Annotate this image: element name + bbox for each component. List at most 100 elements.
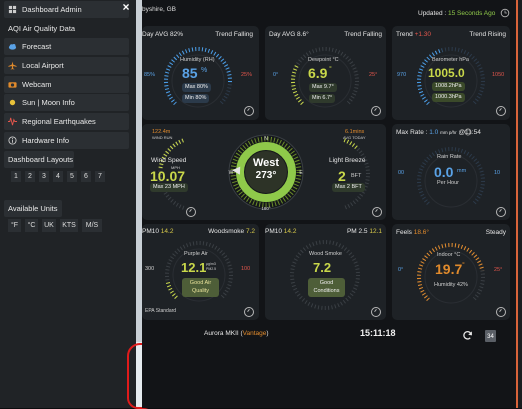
right-edge-bar [516,0,522,408]
humidity-min: Min 80% [182,94,210,103]
wind-direction-word: West [252,157,280,169]
layout-button-4[interactable]: 4 [53,171,63,182]
gauge-icon [371,106,381,116]
dashboard-icon [8,5,17,14]
purple-air-status: Good Air Quality [182,278,219,297]
gauge-icon [496,207,506,217]
humidity-value: 85 [182,65,198,81]
refresh-icon[interactable] [462,330,473,341]
sidebar-item-aqi[interactable]: AQI Air Quality Data [4,20,129,37]
indoor-panel[interactable]: Feels 18.6° Steady 0° 25° Indoor °C 19.7… [392,224,510,320]
sidebar-item-label: Dashboard Admin [22,5,82,14]
layout-button-6[interactable]: 6 [81,171,91,182]
unit-button-kts[interactable]: KTS [60,219,78,232]
barometer-value: 1005.0 [428,66,465,80]
humidity-gauge [164,47,232,108]
location-label: byshire, GB [142,6,176,13]
available-units-heading: Available Units [4,200,62,217]
unit-button-ms[interactable]: M/S [82,219,102,232]
arc-fill [343,138,359,150]
dewpoint-value: 6.9 [308,65,328,81]
indoor-trend: Steady [485,229,506,236]
layout-button-1[interactable]: 1 [11,171,21,182]
cloud-icon [8,43,17,50]
barometer-name: Barometer hPa [432,57,469,63]
wind-direction-degrees: 273° [255,170,277,181]
sidebar-item-sun-moon[interactable]: Sun | Moon Info [4,94,129,111]
dewpoint-panel[interactable]: Day AVG 8.6° Trend Falling 0° 25° Dewpoi… [265,26,386,120]
sidebar-item-earthquakes[interactable]: Regional Earthquakes [4,113,129,130]
gauge-icon [496,106,506,116]
gauge-icon [186,207,196,217]
wind-speed-max: Max 23 MPH [150,183,188,192]
purple-air-gauge [165,241,233,302]
indoor-value: 19.7 [435,261,463,277]
camera-icon [8,82,17,88]
calendar-icon[interactable]: 34 [485,330,496,342]
close-icon[interactable]: × [120,1,132,13]
unit-button-c[interactable]: °C [25,219,38,232]
sidebar-item-dashboard-admin[interactable]: Dashboard Admin [4,1,129,18]
airplane-icon [8,61,17,70]
sidebar-item-label: Forecast [22,42,52,51]
layout-button-2[interactable]: 2 [25,171,35,182]
barometer-max: 1008.2hPa [432,82,465,91]
unit-button-uk[interactable]: UK [42,219,56,232]
dewpoint-max: Max 9.7° [309,83,337,92]
barometer-gauge [417,47,485,108]
woodsmoke-name: Wood Smoke [309,251,342,257]
gauge-icon [496,307,506,317]
humidity-trend: Trend Falling [215,31,253,38]
breeze-max: Max 2 BFT [332,183,365,192]
sidebar-item-hardware[interactable]: Hardware Info [4,132,129,149]
wind-panel[interactable]: 122.4m WIND RUN Wind Speed MPH 10.07 Max… [142,124,386,220]
dashboard-main: byshire, GB Updated : 15 Seconds Ago Day… [142,0,516,408]
purple-air-value: 12.1 [181,260,207,275]
sidebar-item-webcam[interactable]: Webcam [4,76,129,93]
indoor-humidity: Humidity 42% [434,282,468,288]
woodsmoke-panel[interactable]: PM10 14.2 PM 2.5 12.1 Wood Smoke 7.2 Goo… [265,224,386,320]
updated-status: Updated : 15 Seconds Ago [418,10,496,17]
humidity-name: Humidity (RH) [180,57,215,63]
sidebar-item-label: AQI Air Quality Data [8,24,76,33]
updated-value: 15 Seconds Ago [448,10,496,17]
rain-value: 0.0 [434,164,454,180]
sun-icon [9,99,16,106]
clock-icon [464,128,472,136]
info-icon [8,136,17,145]
gauge-icon [244,307,254,317]
barometer-panel[interactable]: Trend +1.30 Trend Rising 970 1050 Barome… [392,26,510,120]
barometer-min: 1000.3hPa [432,93,465,102]
station-label: Aurora MKII (Vantage) [204,330,269,337]
woodsmoke-value: 7.2 [313,260,332,275]
humidity-panel[interactable]: Day AVG 82% Trend Falling 85% 25% Humidi… [142,26,259,120]
sidebar-item-forecast[interactable]: Forecast [4,38,129,55]
dashboard-layouts-heading: Dashboard Layouts [4,151,74,168]
seismograph-icon [8,117,17,126]
layout-button-3[interactable]: 3 [39,171,49,182]
sidebar-item-local-airport[interactable]: Local Airport [4,57,129,74]
gauge-icon [371,307,381,317]
sidebar-item-label: Sun | Moon Info [22,98,75,107]
unit-button-f[interactable]: °F [8,219,21,232]
gauge-icon [372,207,382,217]
humidity-max: Max 80% [182,83,211,92]
dewpoint-name: Dewpoint °C [308,57,339,63]
sidebar-item-label: Webcam [22,80,52,89]
purple-air-panel[interactable]: PM10 14.2 Woodsmoke 7.2 300 100 Purple A… [142,224,259,320]
sidebar-item-label: Regional Earthquakes [22,117,96,126]
layout-button-5[interactable]: 5 [67,171,77,182]
dewpoint-min: Min 6.7° [309,94,336,103]
wind-speed-value: 10.07 [150,168,186,184]
dewpoint-trend: Trend Falling [344,31,382,38]
purple-air-name: Purple Air [184,251,208,257]
gauge-icon [244,106,254,116]
breeze-value: 2 [338,168,346,184]
layout-button-7[interactable]: 7 [95,171,105,182]
rain-panel[interactable]: Max Rate : 1.0 mm p/hr @11:54 00 10 Rain… [392,124,510,220]
indoor-name: Indoor °C [437,252,461,258]
rain-name: Rain Rate [437,154,462,160]
dewpoint-gauge [291,47,359,108]
indoor-gauge [417,243,485,304]
barometer-trend: Trend Rising [469,31,506,38]
